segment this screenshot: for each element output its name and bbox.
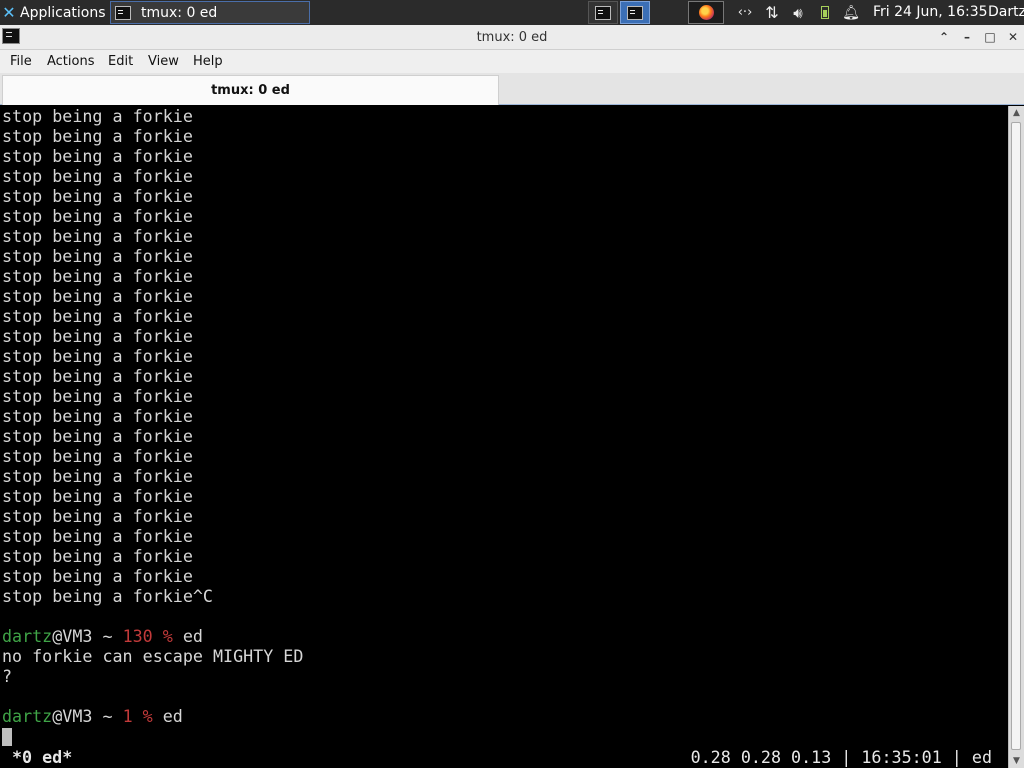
scroll-down-arrow-icon[interactable]: ▼ — [1009, 754, 1024, 768]
terminal-line: stop being a forkie — [2, 166, 193, 186]
terminal-line: stop being a forkie — [2, 446, 193, 466]
minimize-button[interactable]: – — [957, 25, 977, 50]
tmux-status-right: 0.28 0.28 0.13 | 16:35:01 | ed — [690, 747, 992, 767]
tab-bar: tmux: 0 ed — [0, 73, 1024, 105]
terminal-icon — [115, 5, 131, 20]
terminal-line: stop being a forkie — [2, 306, 193, 326]
menu-help[interactable]: Help — [193, 50, 223, 73]
tmux-status-bar: *0 ed* 0.28 0.28 0.13 | 16:35:01 | ed — [0, 746, 1008, 768]
terminal-line: stop being a forkie — [2, 486, 193, 506]
prompt-command: ed — [172, 626, 203, 646]
terminal-line: stop being a forkie — [2, 546, 193, 566]
applications-menu[interactable]: ✕ Applications — [0, 0, 106, 25]
scrollbar-thumb[interactable] — [1011, 122, 1021, 750]
taskbar-button-terminal[interactable]: tmux: 0 ed — [110, 1, 310, 24]
terminal-icon — [627, 5, 643, 20]
tmux-window-indicator[interactable]: *0 ed* — [12, 746, 72, 768]
shell-prompt: dartz@VM3 ~ 1 % ed — [2, 706, 183, 726]
menu-actions[interactable]: Actions — [47, 50, 95, 73]
window-title: tmux: 0 ed — [476, 30, 548, 45]
workspace-2-button[interactable] — [620, 1, 650, 24]
terminal-scrollbar[interactable]: ▲ ▼ — [1008, 106, 1024, 768]
terminal-line: stop being a forkie — [2, 266, 193, 286]
menu-file[interactable]: File — [10, 50, 32, 73]
volume-icon[interactable]: 🔊︎ — [786, 0, 810, 25]
window-titlebar[interactable]: tmux: 0 ed ⌃ – □ ✕ — [0, 25, 1024, 50]
terminal-line: stop being a forkie — [2, 346, 193, 366]
terminal-line: stop being a forkie — [2, 366, 193, 386]
tab-tmux[interactable]: tmux: 0 ed — [2, 75, 499, 105]
terminal-line: stop being a forkie — [2, 506, 193, 526]
applications-label: Applications — [20, 4, 106, 21]
terminal-line: stop being a forkie — [2, 146, 193, 166]
notification-bell-icon[interactable]: 🔔︎ — [840, 0, 862, 25]
taskbar-button-label: tmux: 0 ed — [141, 4, 218, 21]
maximize-button[interactable]: □ — [980, 25, 1000, 50]
prompt-command: ed — [152, 706, 183, 726]
terminal-line: stop being a forkie — [2, 386, 193, 406]
terminal-line-interrupt: stop being a forkie^C — [2, 586, 213, 606]
terminal-line: stop being a forkie — [2, 126, 193, 146]
terminal-line: stop being a forkie — [2, 566, 193, 586]
menu-edit[interactable]: Edit — [108, 50, 133, 73]
menubar: File Actions Edit View Help — [0, 50, 1024, 73]
shell-prompt: dartz@VM3 ~ 130 % ed — [2, 626, 203, 646]
scroll-up-arrow-icon[interactable]: ▲ — [1009, 106, 1024, 120]
top-panel: ✕ Applications tmux: 0 ed ‹·› ⇅ 🔊︎ 🔔︎ Fr… — [0, 0, 1024, 25]
prompt-exit-status: 130 % — [122, 626, 173, 646]
prompt-host: @VM3 ~ — [52, 626, 123, 646]
network-transfer-icon[interactable]: ⇅ — [760, 0, 784, 25]
firefox-launcher[interactable] — [688, 1, 724, 24]
prompt-user: dartz — [2, 706, 53, 726]
prompt-host: @VM3 ~ — [52, 706, 123, 726]
terminal-line: stop being a forkie — [2, 206, 193, 226]
terminal-line: stop being a forkie — [2, 226, 193, 246]
terminal-icon — [595, 5, 611, 20]
text-cursor — [2, 728, 12, 746]
terminal-line: stop being a forkie — [2, 246, 193, 266]
xfce-logo-icon: ✕ — [2, 3, 16, 22]
terminal-output: ? — [2, 666, 13, 686]
network-arrows-icon[interactable]: ‹·› — [734, 0, 756, 25]
terminal-line: stop being a forkie — [2, 106, 193, 126]
terminal-line: stop being a forkie — [2, 426, 193, 446]
terminal-line: stop being a forkie — [2, 286, 193, 306]
terminal-line: stop being a forkie — [2, 326, 193, 346]
terminal-line: stop being a forkie — [2, 186, 193, 206]
menu-view[interactable]: View — [148, 50, 179, 73]
terminal-line: stop being a forkie — [2, 526, 193, 546]
shade-button[interactable]: ⌃ — [934, 25, 954, 50]
terminal-output: no forkie can escape MIGHTY ED — [2, 646, 304, 666]
terminal-area[interactable]: stop being a forkie stop being a forkie … — [0, 106, 1008, 768]
prompt-user: dartz — [2, 626, 53, 646]
battery-icon[interactable] — [815, 0, 835, 25]
prompt-exit-status: 1 % — [122, 706, 153, 726]
firefox-icon — [698, 5, 714, 20]
terminal-line: stop being a forkie — [2, 406, 193, 426]
terminal-line: stop being a forkie — [2, 466, 193, 486]
panel-user-name[interactable]: Dartz — [988, 0, 1024, 25]
panel-clock[interactable]: Fri 24 Jun, 16:35 — [873, 0, 988, 25]
workspace-1-button[interactable] — [588, 1, 618, 24]
close-button[interactable]: ✕ — [1003, 25, 1023, 50]
